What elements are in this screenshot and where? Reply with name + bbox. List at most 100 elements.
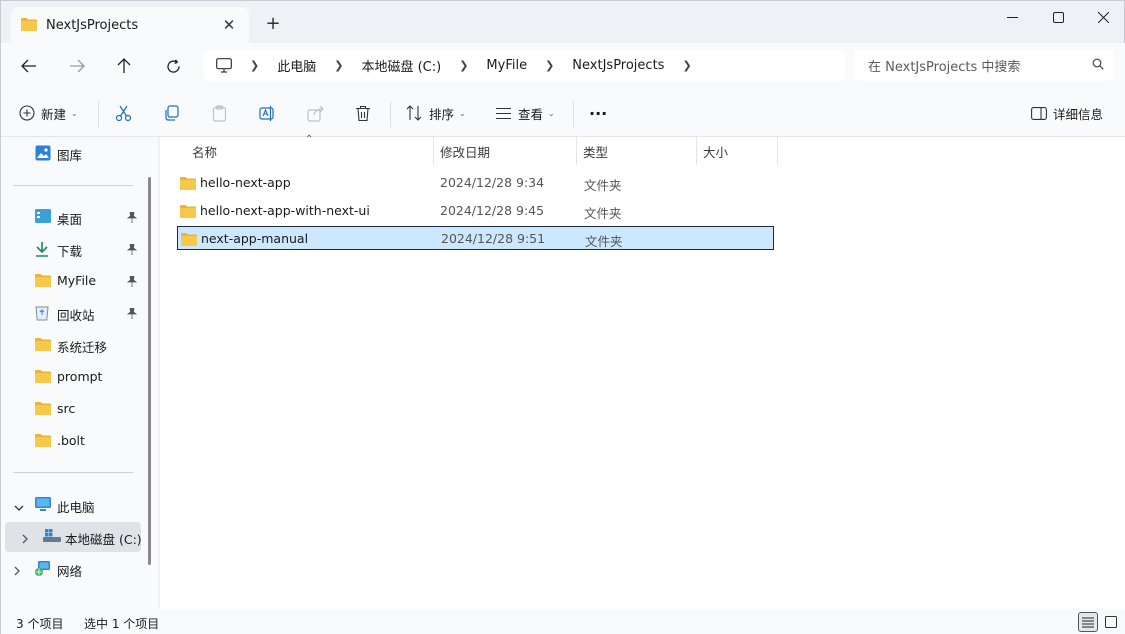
sidebar-item-local-disk[interactable]: 本地磁盘 (C:) (5, 522, 142, 552)
file-date: 2024/12/28 9:45 (440, 203, 545, 218)
pin-icon[interactable] (126, 275, 138, 290)
breadcrumb-this-pc[interactable]: 此电脑 (277, 56, 316, 75)
refresh-button[interactable] (158, 51, 188, 81)
file-row-selected[interactable]: next-app-manual 2024/12/28 9:51 文件夹 (177, 226, 774, 250)
sidebar-divider (13, 472, 133, 473)
column-header-date[interactable]: 修改日期 (434, 137, 577, 165)
view-button[interactable]: 查看 ⌄ (495, 99, 555, 127)
sidebar-divider (13, 185, 133, 186)
pin-icon[interactable] (126, 243, 138, 258)
sidebar-item-system-migration[interactable]: 系统迁移 (5, 330, 141, 360)
copy-button[interactable] (163, 99, 180, 127)
arrow-right-icon (70, 59, 85, 73)
paste-icon (212, 104, 227, 122)
file-row[interactable]: hello-next-app-with-next-ui 2024/12/28 9… (177, 199, 774, 223)
chevron-right-icon[interactable] (22, 532, 29, 547)
chevron-down-icon: ⌄ (548, 108, 555, 118)
chevron-down-icon[interactable] (14, 500, 24, 515)
new-button[interactable]: 新建 ⌄ (19, 99, 78, 127)
arrow-up-icon (117, 58, 131, 73)
sidebar-item-label: prompt (57, 369, 103, 384)
chevron-right-icon[interactable] (14, 564, 21, 579)
sidebar-item-downloads[interactable]: 下载 (5, 234, 141, 264)
details-pane-button[interactable]: 详细信息 (1031, 99, 1103, 127)
search-input[interactable]: 在 NextJsProjects 中搜索 (868, 56, 1092, 75)
breadcrumb-nextjsprojects[interactable]: NextJsProjects (572, 58, 664, 73)
sidebar-item-prompt[interactable]: prompt (5, 362, 141, 392)
paste-button[interactable] (211, 99, 228, 127)
file-name: next-app-manual (201, 231, 309, 246)
delete-button[interactable] (355, 99, 371, 127)
large-icons-view-button[interactable] (1101, 612, 1121, 632)
sidebar-item-label: 本地磁盘 (C:) (65, 532, 142, 547)
toolbar-divider (390, 101, 391, 127)
rename-button[interactable] (259, 99, 276, 127)
cut-button[interactable] (115, 99, 132, 127)
details-view-button[interactable] (1078, 612, 1098, 632)
sidebar-item-network[interactable]: 网络 (5, 554, 141, 584)
file-row[interactable]: hello-next-app 2024/12/28 9:34 文件夹 (177, 171, 774, 195)
up-button[interactable] (109, 51, 139, 81)
sidebar-item-desktop[interactable]: 桌面 (5, 202, 141, 232)
command-bar: 新建 ⌄ 排序 ⌄ 查看 ⌄ ··· 详细信息 (1, 89, 1125, 137)
chevron-right-icon[interactable]: ❯ (545, 59, 554, 72)
chevron-right-icon[interactable]: ❯ (334, 59, 343, 72)
address-bar[interactable]: ❯ 此电脑 ❯ 本地磁盘 (C:) ❯ MyFile ❯ NextJsProje… (204, 50, 845, 81)
sidebar-item-label: 桌面 (57, 212, 83, 227)
pin-icon[interactable] (126, 211, 138, 226)
sidebar-item-label: 系统迁移 (57, 340, 108, 355)
new-tab-button[interactable]: + (263, 14, 283, 34)
navigation-pane: 图库 桌面 下载 MyFile 回收站 系统迁移 prompt src .bol… (1, 137, 158, 609)
search-icon (1092, 58, 1104, 73)
status-bar: 3 个项目 选中 1 个项目 (1, 609, 1125, 634)
tiles-view-icon (1105, 616, 1117, 628)
back-button[interactable] (14, 51, 44, 81)
sidebar-item-label: 回收站 (57, 308, 95, 323)
share-button[interactable] (307, 99, 324, 127)
sidebar-item-myfile[interactable]: MyFile (5, 266, 141, 296)
scissors-icon (115, 105, 132, 121)
sidebar-item-label: 网络 (57, 564, 83, 579)
chevron-right-icon[interactable]: ❯ (250, 59, 259, 72)
sidebar-item-bolt[interactable]: .bolt (5, 426, 141, 456)
sidebar-scrollbar[interactable] (148, 177, 151, 565)
column-header-size[interactable]: 大小 (697, 137, 778, 165)
column-header-type[interactable]: 类型 (577, 137, 697, 165)
view-list-icon (496, 107, 511, 119)
close-window-button[interactable] (1080, 1, 1125, 33)
sidebar-item-label: 图库 (57, 148, 83, 163)
sort-button[interactable]: 排序 ⌄ (406, 99, 466, 127)
sidebar-item-src[interactable]: src (5, 394, 141, 424)
more-options-button[interactable]: ··· (589, 99, 607, 127)
chevron-down-icon: ⌄ (459, 108, 466, 118)
copy-icon (165, 104, 179, 121)
breadcrumb-local-disk[interactable]: 本地磁盘 (C:) (361, 56, 441, 75)
folder-icon (35, 433, 51, 450)
breadcrumb-myfile[interactable]: MyFile (486, 58, 527, 73)
forward-button[interactable] (62, 51, 92, 81)
maximize-button[interactable] (1035, 1, 1081, 33)
address-row: ❯ 此电脑 ❯ 本地磁盘 (C:) ❯ MyFile ❯ NextJsProje… (1, 43, 1125, 89)
view-button-label: 查看 (518, 106, 544, 122)
close-tab-icon[interactable]: ✕ (219, 16, 239, 34)
sidebar-item-recycle-bin[interactable]: 回收站 (5, 298, 141, 328)
chevron-down-icon: ⌄ (71, 108, 78, 118)
details-view-icon (1082, 617, 1094, 627)
folder-icon (21, 17, 37, 34)
trash-icon (356, 105, 370, 121)
file-date: 2024/12/28 9:34 (440, 175, 545, 190)
arrow-left-icon (21, 59, 36, 73)
minimize-button[interactable] (989, 1, 1035, 33)
details-pane-icon (1031, 106, 1047, 120)
column-header-name[interactable]: 名称 (186, 137, 434, 165)
tab-nextjsprojects[interactable]: NextJsProjects ✕ (11, 7, 249, 43)
title-bar: NextJsProjects ✕ + (1, 1, 1125, 43)
pin-icon[interactable] (126, 307, 138, 322)
sidebar-item-this-pc[interactable]: 此电脑 (5, 490, 141, 520)
sort-button-label: 排序 (429, 106, 455, 122)
file-type: 文件夹 (585, 234, 623, 249)
chevron-right-icon[interactable]: ❯ (459, 59, 468, 72)
search-box[interactable]: 在 NextJsProjects 中搜索 (854, 50, 1114, 81)
sidebar-item-gallery[interactable]: 图库 (5, 138, 141, 168)
chevron-right-icon[interactable]: ❯ (682, 59, 691, 72)
